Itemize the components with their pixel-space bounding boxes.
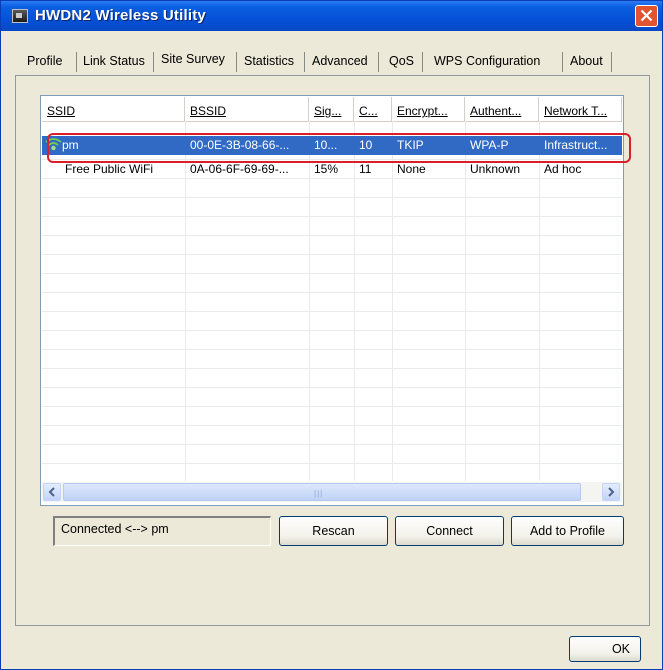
grid-divider: [42, 216, 622, 217]
horizontal-scrollbar[interactable]: |||: [42, 482, 622, 502]
grid-divider: [42, 406, 622, 407]
connect-button[interactable]: Connect: [395, 516, 504, 546]
column-header-encryption[interactable]: Encrypt...: [392, 97, 465, 121]
grid-divider: [42, 197, 622, 198]
grid-divider: [42, 273, 622, 274]
tab-about[interactable]: About: [570, 49, 603, 74]
tab-wps-configuration[interactable]: WPS Configuration: [434, 49, 540, 74]
add-to-profile-button[interactable]: Add to Profile: [511, 516, 624, 546]
grip-icon: |||: [314, 489, 324, 498]
column-header-bssid[interactable]: BSSID: [185, 97, 309, 121]
close-button[interactable]: [635, 5, 658, 27]
tab-separator: [304, 52, 305, 72]
tab-separator: [422, 52, 423, 72]
grid-divider: [42, 254, 622, 255]
grid-divider: [42, 292, 622, 293]
utility-window: HWDN2 Wireless Utility Profile Link Stat…: [0, 0, 663, 670]
scroll-right-button[interactable]: [602, 483, 620, 501]
column-header-ssid[interactable]: SSID: [42, 97, 185, 121]
tab-separator: [236, 52, 237, 72]
grid-divider: [42, 387, 622, 388]
tab-statistics[interactable]: Statistics: [244, 49, 294, 74]
chevron-left-icon: [48, 487, 55, 497]
app-icon: [12, 9, 28, 23]
title-bar[interactable]: HWDN2 Wireless Utility: [1, 1, 662, 31]
grid-divider: [42, 330, 622, 331]
tab-qos[interactable]: QoS: [389, 49, 414, 74]
grid-divider: [42, 425, 622, 426]
grid-divider: [42, 311, 622, 312]
tab-separator: [76, 52, 77, 72]
tab-link-status[interactable]: Link Status: [83, 49, 145, 74]
rescan-button[interactable]: Rescan: [279, 516, 388, 546]
column-header-authentication[interactable]: Authent...: [465, 97, 539, 121]
tab-profile[interactable]: Profile: [27, 49, 62, 74]
grid-divider: [42, 444, 622, 445]
tab-separator: [562, 52, 563, 72]
grid-divider: [42, 368, 622, 369]
grid-divider: [42, 463, 622, 464]
close-icon: [640, 9, 653, 22]
connection-status: Connected <--> pm: [53, 516, 271, 546]
column-header-channel[interactable]: C...: [354, 97, 392, 121]
grid-divider: [42, 235, 622, 236]
grid-divider: [42, 349, 622, 350]
ok-button[interactable]: OK: [569, 636, 641, 662]
list-header: SSID BSSID Sig... C... Encrypt... Authen…: [42, 97, 622, 122]
scroll-left-button[interactable]: [43, 483, 61, 501]
highlight-outline: [47, 133, 631, 163]
window-title: HWDN2 Wireless Utility: [35, 7, 206, 24]
scroll-thumb[interactable]: |||: [63, 483, 581, 501]
tab-separator: [153, 52, 154, 72]
tab-advanced[interactable]: Advanced: [312, 49, 368, 74]
tab-site-survey[interactable]: Site Survey: [161, 47, 225, 72]
column-header-network-type[interactable]: Network T...: [539, 97, 622, 121]
column-header-signal[interactable]: Sig...: [309, 97, 354, 121]
tab-separator: [378, 52, 379, 72]
tab-separator: [611, 52, 612, 72]
chevron-right-icon: [608, 487, 615, 497]
